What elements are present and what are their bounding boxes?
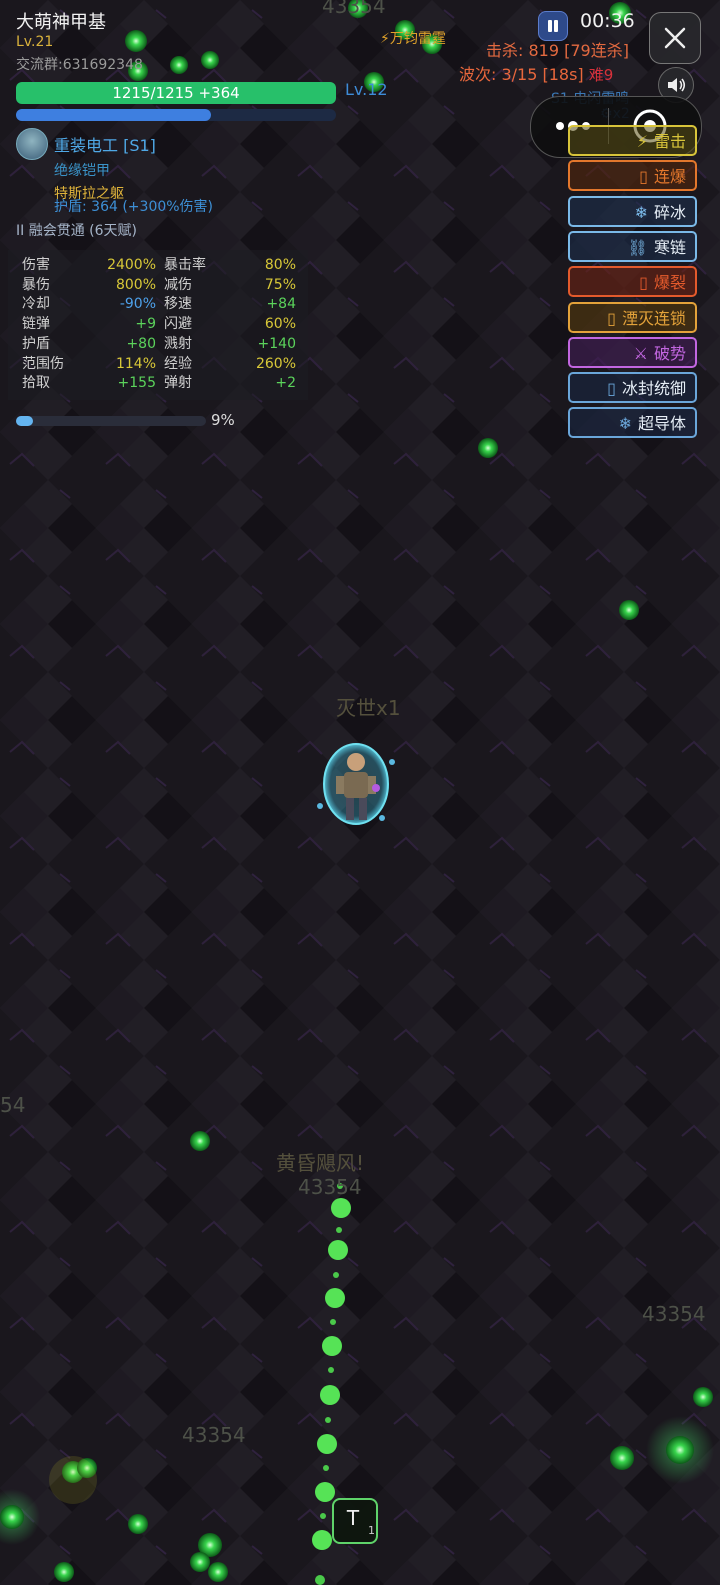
skill-badge: ❄ 碎冰	[568, 195, 697, 227]
skill-level: Lv.12	[345, 80, 388, 99]
damage-number: 43354	[182, 1423, 246, 1447]
wave-progress-fill	[16, 416, 34, 426]
stat-value: +80	[126, 335, 156, 352]
stat-value: 75%	[264, 276, 296, 293]
stat-name: 溅射	[164, 335, 192, 352]
armor-name: 绝缘铠甲	[54, 163, 110, 179]
skill-icon: ▯	[607, 379, 616, 399]
skill-icon: ❄	[634, 202, 648, 222]
skill-label: 碎冰	[653, 202, 686, 222]
stat-name: 经验	[164, 355, 192, 372]
skill-label: 冰封统御	[621, 379, 686, 399]
stat-name: 伤害	[22, 257, 50, 273]
skill-label: 寒链	[653, 237, 686, 257]
stat-name: 移速	[164, 296, 192, 313]
damage-number: 43354	[642, 1302, 706, 1326]
shield-info: 护盾: 364 (+300%伤害)	[54, 199, 214, 215]
stat-value: +140	[257, 335, 296, 352]
wave-progress-text: 9%	[211, 411, 235, 429]
class-avatar	[16, 128, 48, 160]
stat-row: 范围伤 114% 经验 260%	[22, 355, 296, 375]
skill-icon: ⛓	[627, 237, 648, 257]
wave-text: 波次: 3/15 [18s]	[459, 65, 584, 84]
stat-value: 80%	[264, 257, 296, 273]
stat-name: 减伤	[164, 276, 192, 293]
stats-panel: 伤害 2400% 暴击率 80% 暴伤 800% 减伤 75% 冷却 -90% 移速 +84 链弹 +9 闪…	[8, 250, 308, 400]
skill-badge: ⛓ 寒链	[568, 230, 697, 262]
class-name: 重装电工 [S1]	[54, 136, 156, 155]
stat-value: 114%	[115, 355, 156, 372]
skill-t-button[interactable]: T 1	[332, 1498, 378, 1544]
stat-name: 暴击率	[164, 257, 206, 273]
combo-label: 灭世x1	[336, 696, 401, 720]
stat-row: 护盾 +80 溅射 +140	[22, 335, 296, 355]
skill-badge: ▯ 爆裂	[568, 266, 697, 298]
skill-t-label: T	[346, 1506, 360, 1530]
skill-t-count: 1	[368, 1524, 375, 1537]
stat-value: +84	[266, 296, 296, 313]
stat-name: 冷却	[22, 296, 50, 313]
close-button[interactable]	[649, 12, 701, 64]
skill-icon: ▯	[607, 308, 616, 328]
skill-badge: ⚡ 雷击	[568, 125, 697, 156]
skill-label: 连爆	[653, 167, 686, 187]
skill-icon: ⚡	[636, 132, 648, 151]
stat-value: +9	[135, 316, 156, 333]
hp-text: 1215/1215 +364	[112, 84, 240, 102]
damage-number: 43354	[322, 0, 386, 18]
stat-name: 范围伤	[22, 355, 64, 372]
skill-label: 爆裂	[653, 273, 686, 293]
wave-progress-bar	[16, 416, 206, 426]
skill-icon: ▯	[639, 167, 648, 187]
difficulty: 难9	[588, 66, 614, 84]
talent-info: II 融会贯通 (6天赋)	[16, 223, 137, 239]
stat-value: 60%	[264, 316, 296, 333]
stat-name: 拾取	[22, 375, 50, 392]
skill-icon: ⚔	[633, 343, 648, 363]
stat-value: +2	[275, 375, 296, 392]
stat-row: 拾取 +155 弹射 +2	[22, 374, 296, 394]
stat-value: 260%	[255, 355, 296, 372]
stat-name: 弹射	[164, 375, 192, 392]
group-id: 交流群:631692348	[16, 57, 143, 73]
close-icon	[664, 27, 686, 49]
skill-label: 湮灭连锁	[621, 308, 686, 328]
stat-row: 伤害 2400% 暴击率 80%	[22, 256, 296, 276]
stat-name: 护盾	[22, 335, 50, 352]
player-level: Lv.21	[16, 34, 54, 50]
stat-value: 2400%	[107, 257, 156, 273]
skill-icon: ▯	[639, 273, 648, 293]
skill-trigger-label: 黄昏飓风!	[276, 1151, 365, 1175]
exp-bar-fill	[16, 109, 212, 121]
player-name: 大萌神甲基	[16, 12, 106, 33]
skill-badge: ▯ 湮灭连锁	[568, 301, 697, 333]
kill-count: 击杀: 819 [79连杀]	[486, 41, 629, 60]
damage-number: 54	[0, 1093, 26, 1117]
skill-label: 雷击	[653, 132, 686, 151]
skill-label: 超导体	[637, 414, 686, 434]
stat-value: -90%	[119, 296, 156, 313]
stat-row: 链弹 +9 闪避 60%	[22, 315, 296, 335]
stat-row: 冷却 -90% 移速 +84	[22, 295, 296, 315]
stat-value: +155	[117, 375, 156, 392]
more-dots-icon	[556, 122, 564, 130]
skill-badge: ❄ 超导体	[568, 407, 697, 439]
skill-label: 破势	[653, 343, 686, 363]
thunder-buff: ⚡万钧雷霆	[380, 31, 446, 47]
skill-badge: ▯ 连爆	[568, 160, 697, 192]
game-timer: 00:36	[580, 10, 635, 32]
skill-badge: ⚔ 破势	[568, 336, 697, 368]
stat-name: 暴伤	[22, 276, 50, 293]
stat-name: 闪避	[164, 316, 192, 333]
stat-row: 暴伤 800% 减伤 75%	[22, 276, 296, 296]
stat-name: 链弹	[22, 316, 50, 333]
wave-info: 波次: 3/15 [18s] 难9	[459, 61, 613, 85]
skill-badge: ▯ 冰封统御	[568, 372, 697, 404]
stat-value: 800%	[115, 276, 156, 293]
damage-number: 43354	[298, 1175, 362, 1199]
skill-icon: ❄	[618, 414, 632, 434]
